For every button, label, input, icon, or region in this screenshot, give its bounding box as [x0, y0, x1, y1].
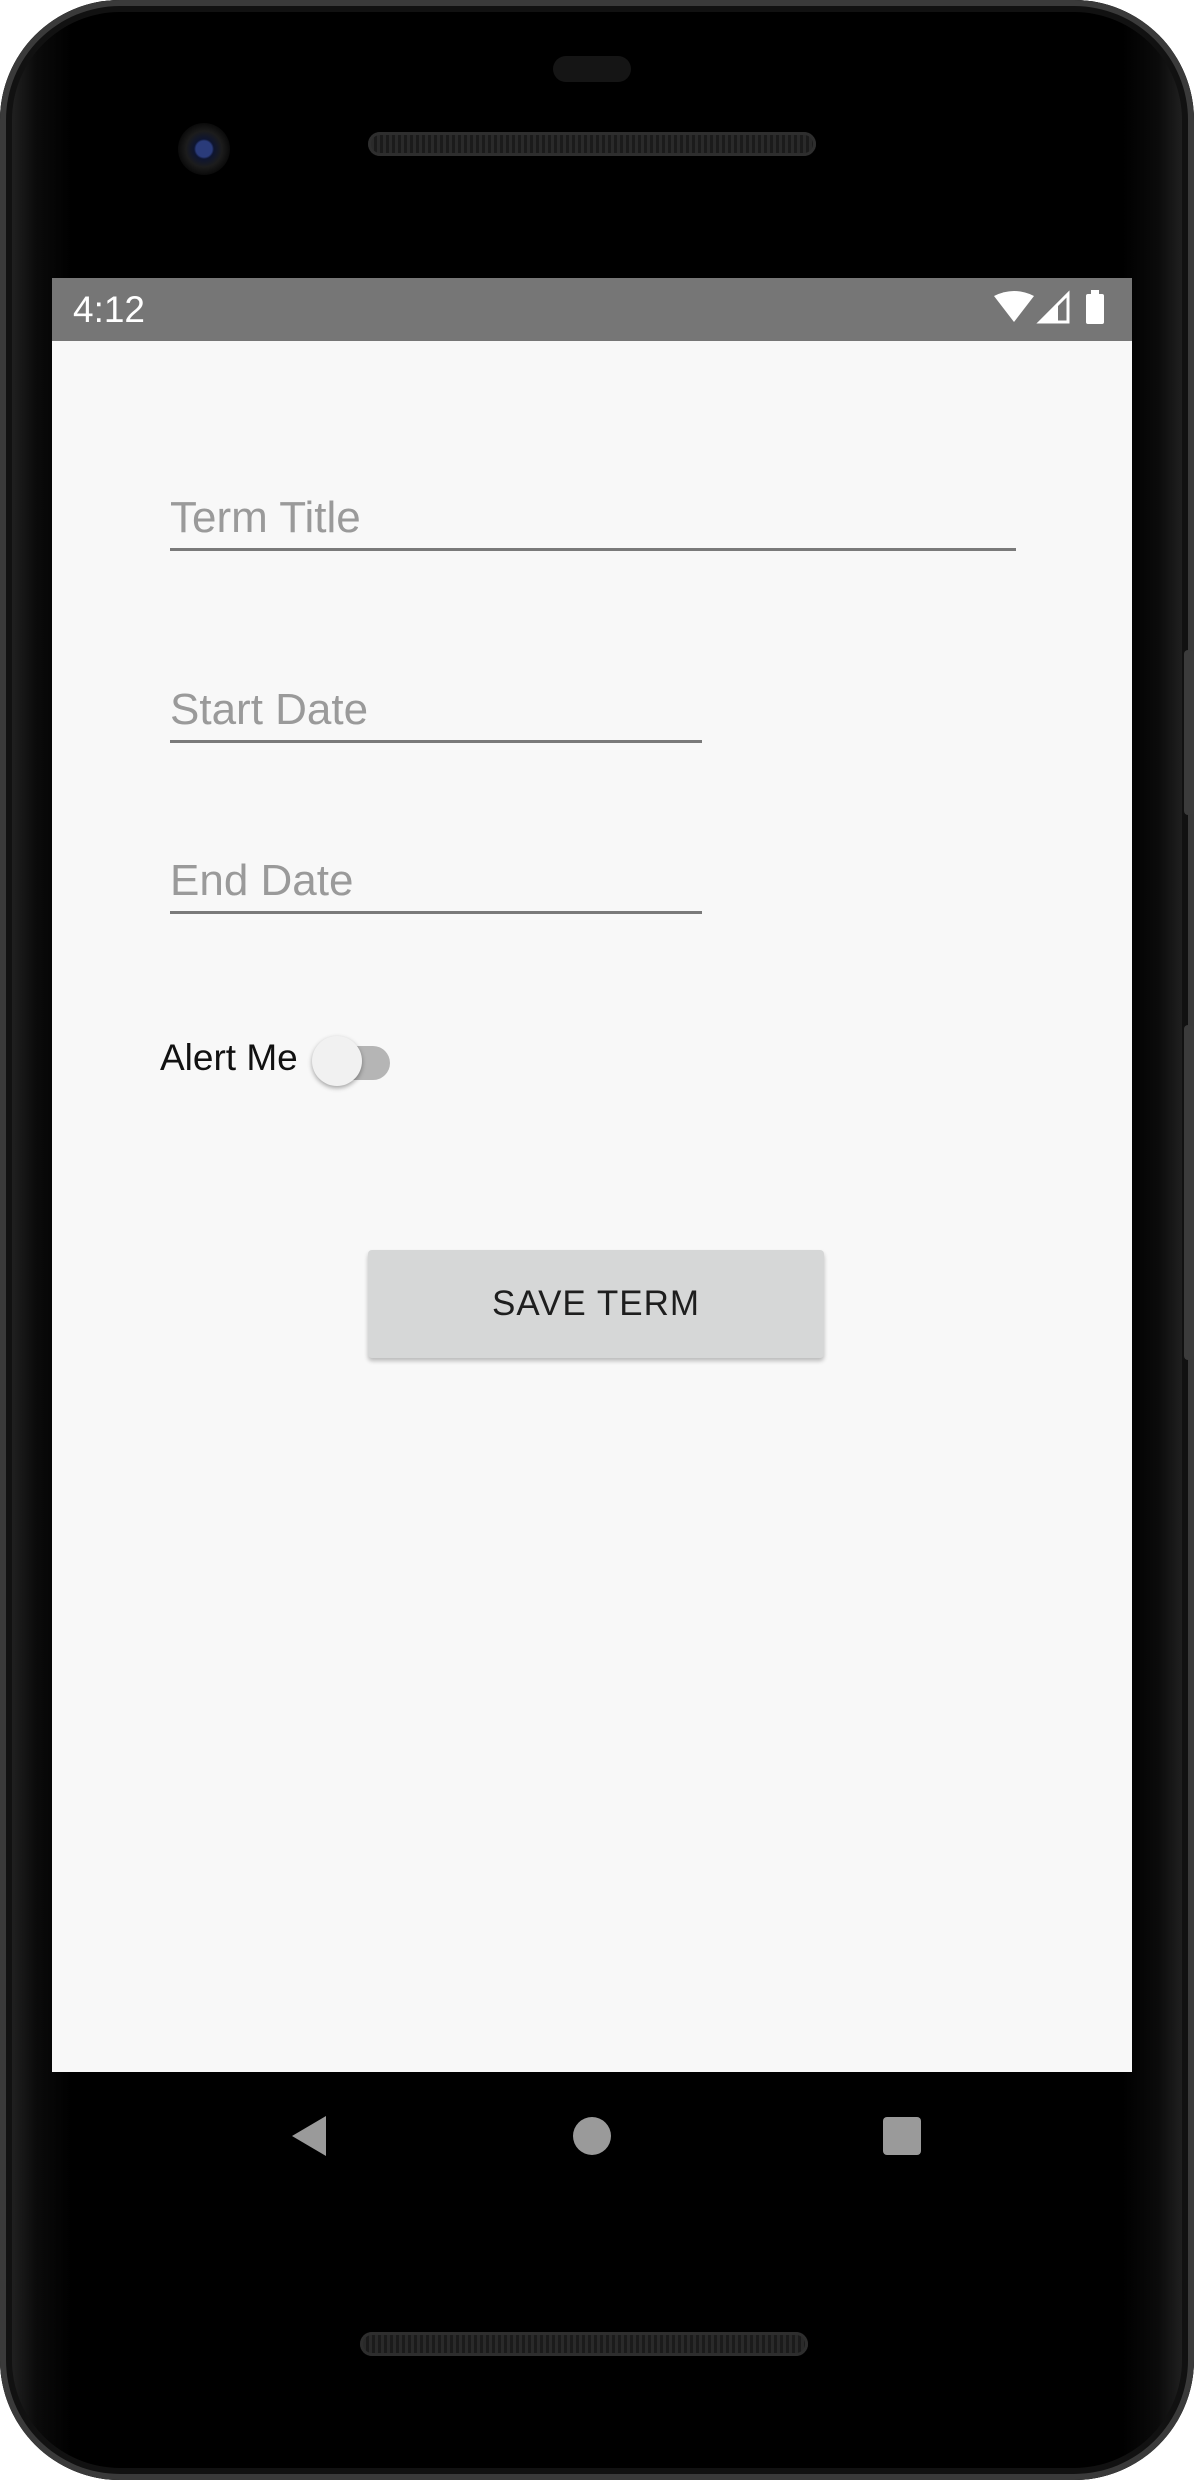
back-icon — [292, 2116, 326, 2156]
recents-icon — [883, 2117, 921, 2155]
term-title-field — [170, 488, 1016, 551]
toggle-thumb — [312, 1036, 362, 1086]
alert-toggle[interactable] — [310, 1028, 396, 1088]
status-icons — [994, 290, 1114, 328]
end-date-field — [170, 851, 702, 914]
nav-home-button[interactable] — [562, 2106, 622, 2166]
volume-button — [1184, 1025, 1194, 1360]
bottom-speaker — [360, 2332, 808, 2356]
cell-signal-icon — [1036, 290, 1070, 324]
nav-back-button[interactable] — [278, 2106, 338, 2166]
term-title-input[interactable] — [170, 488, 1016, 548]
save-term-button[interactable]: SAVE TERM — [368, 1250, 824, 1358]
status-bar: 4:12 — [52, 278, 1132, 341]
end-date-input[interactable] — [170, 851, 702, 911]
proximity-sensor — [553, 56, 631, 82]
start-date-field — [170, 680, 702, 743]
navigation-bar — [52, 2072, 1132, 2200]
alert-label: Alert Me — [160, 1037, 298, 1078]
status-time: 4:12 — [73, 289, 146, 330]
app-screen: 4:12 Term Title Start Date End Date Aler… — [52, 278, 1132, 2072]
top-speaker — [368, 132, 816, 156]
front-camera — [178, 123, 230, 175]
start-date-input[interactable] — [170, 680, 702, 740]
phone-frame: 4:12 Term Title Start Date End Date Aler… — [0, 0, 1194, 2480]
wifi-icon — [994, 291, 1034, 322]
battery-icon — [1086, 290, 1104, 324]
power-button — [1184, 650, 1194, 815]
home-icon — [573, 2117, 611, 2155]
nav-recents-button[interactable] — [872, 2106, 932, 2166]
